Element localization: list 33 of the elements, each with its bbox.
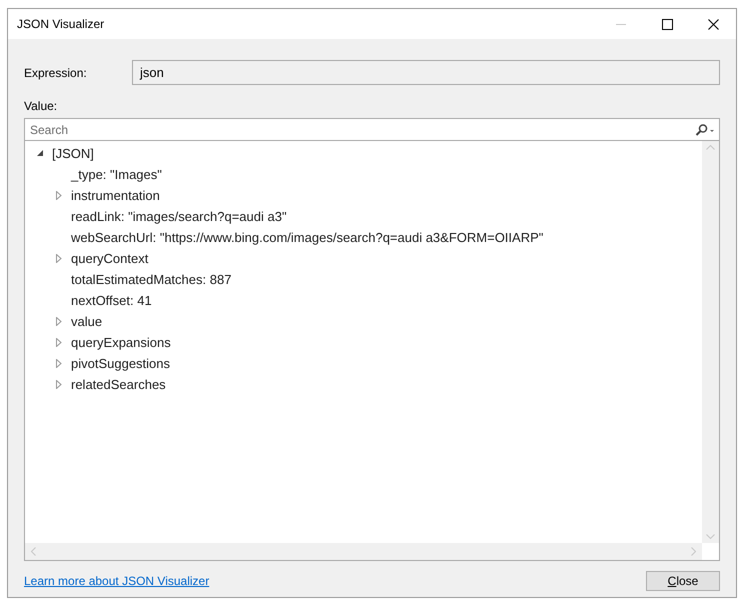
collapsed-triangle-icon[interactable] — [56, 380, 62, 389]
tree-item[interactable]: relatedSearches — [71, 374, 166, 394]
tree-item[interactable]: value — [71, 312, 102, 332]
tree-item[interactable]: nextOffset: 41 — [71, 290, 152, 310]
close-button[interactable]: Close — [646, 571, 720, 591]
scroll-up-icon[interactable] — [706, 145, 715, 150]
scroll-left-icon[interactable] — [31, 547, 36, 556]
value-label: Value: — [24, 98, 58, 115]
collapsed-triangle-icon[interactable] — [56, 359, 62, 368]
tree-item[interactable]: [JSON] — [52, 144, 94, 164]
tree-item[interactable]: _type: "Images" — [71, 164, 162, 184]
tree-item[interactable]: totalEstimatedMatches: 887 — [71, 270, 232, 290]
collapsed-triangle-icon[interactable] — [56, 191, 62, 200]
tree-item[interactable]: readLink: "images/search?q=audi a3" — [71, 206, 287, 226]
search-field[interactable]: Search — [25, 120, 695, 138]
expression-field[interactable]: json — [132, 60, 720, 85]
tree-item[interactable]: webSearchUrl: "https://www.bing.com/images/search?q=audi a3&FORM=OIIARP" — [71, 228, 544, 248]
window-title: JSON Visualizer — [17, 16, 104, 33]
expression-label: Expression: — [24, 64, 88, 82]
tree-item[interactable]: pivotSuggestions — [71, 354, 170, 374]
scroll-right-icon[interactable] — [691, 547, 696, 556]
horizontal-scrollbar[interactable] — [25, 543, 702, 560]
tree-item[interactable]: queryContext — [71, 248, 148, 268]
tree-item[interactable]: instrumentation — [71, 186, 160, 206]
search-icon[interactable] — [695, 124, 715, 136]
collapsed-triangle-icon[interactable] — [56, 254, 62, 263]
scroll-down-icon[interactable] — [706, 534, 715, 539]
tree-item[interactable]: queryExpansions — [71, 332, 171, 352]
learn-more-link[interactable]: Learn more about JSON Visualizer — [24, 572, 210, 590]
vertical-scrollbar[interactable] — [702, 141, 719, 543]
collapsed-triangle-icon[interactable] — [56, 317, 62, 326]
expanded-triangle-icon[interactable] — [36, 150, 44, 157]
collapsed-triangle-icon[interactable] — [56, 338, 62, 347]
